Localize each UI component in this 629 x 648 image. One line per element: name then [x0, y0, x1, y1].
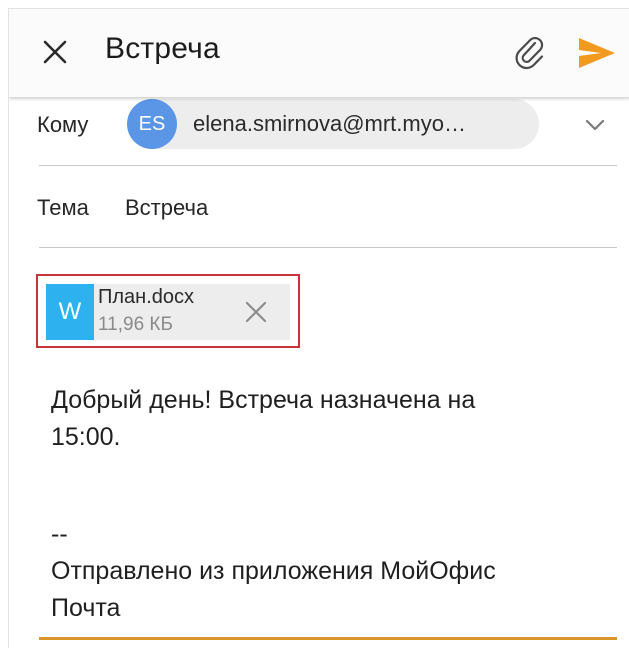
expand-recipients-button[interactable] [581, 111, 609, 139]
compose-header: Встреча [9, 9, 629, 97]
subject-input[interactable]: Встреча [125, 195, 208, 221]
subject-label: Тема [37, 195, 89, 220]
attachment-file-size: 11,96 КБ [98, 314, 173, 335]
subject-row: Тема Встреча [9, 177, 629, 247]
body-focus-underline [39, 637, 617, 640]
recipients-row: Кому ES elena.smirnova@mrt.myo… [9, 97, 629, 165]
message-text-line: 15:00. [51, 423, 121, 451]
close-icon [43, 40, 67, 64]
page-title: Встреча [105, 32, 220, 65]
attachment-file-name: План.docx [98, 286, 195, 308]
compose-screen: Встреча Кому ES elena.smirnova@mrt.myo… … [8, 8, 629, 648]
divider [39, 247, 617, 248]
word-document-icon: W [46, 284, 94, 340]
send-icon [579, 38, 615, 68]
attachment-item[interactable]: W План.docx 11,96 КБ [46, 284, 290, 340]
signature-line: Почта [51, 594, 121, 622]
signature-line: Отправлено из приложения МойОфис [51, 557, 496, 585]
to-label: Кому [37, 112, 89, 137]
close-icon [245, 301, 267, 323]
chevron-down-icon [585, 119, 605, 131]
send-button[interactable] [577, 36, 617, 70]
remove-attachment-button[interactable] [242, 298, 270, 326]
attachment-highlight: W План.docx 11,96 КБ [36, 274, 300, 348]
avatar: ES [127, 99, 177, 149]
signature-separator: -- [51, 520, 68, 548]
message-body[interactable]: Добрый день! Встреча назначена на 15:00.… [51, 382, 611, 627]
recipient-address: elena.smirnova@mrt.myo… [193, 111, 466, 136]
recipient-chip[interactable]: ES elena.smirnova@mrt.myo… [127, 99, 539, 149]
message-text-line: Добрый день! Встреча назначена на [51, 386, 476, 414]
attach-button[interactable] [511, 34, 547, 70]
paperclip-icon [515, 37, 544, 70]
divider [39, 165, 617, 166]
close-button[interactable] [39, 36, 71, 68]
